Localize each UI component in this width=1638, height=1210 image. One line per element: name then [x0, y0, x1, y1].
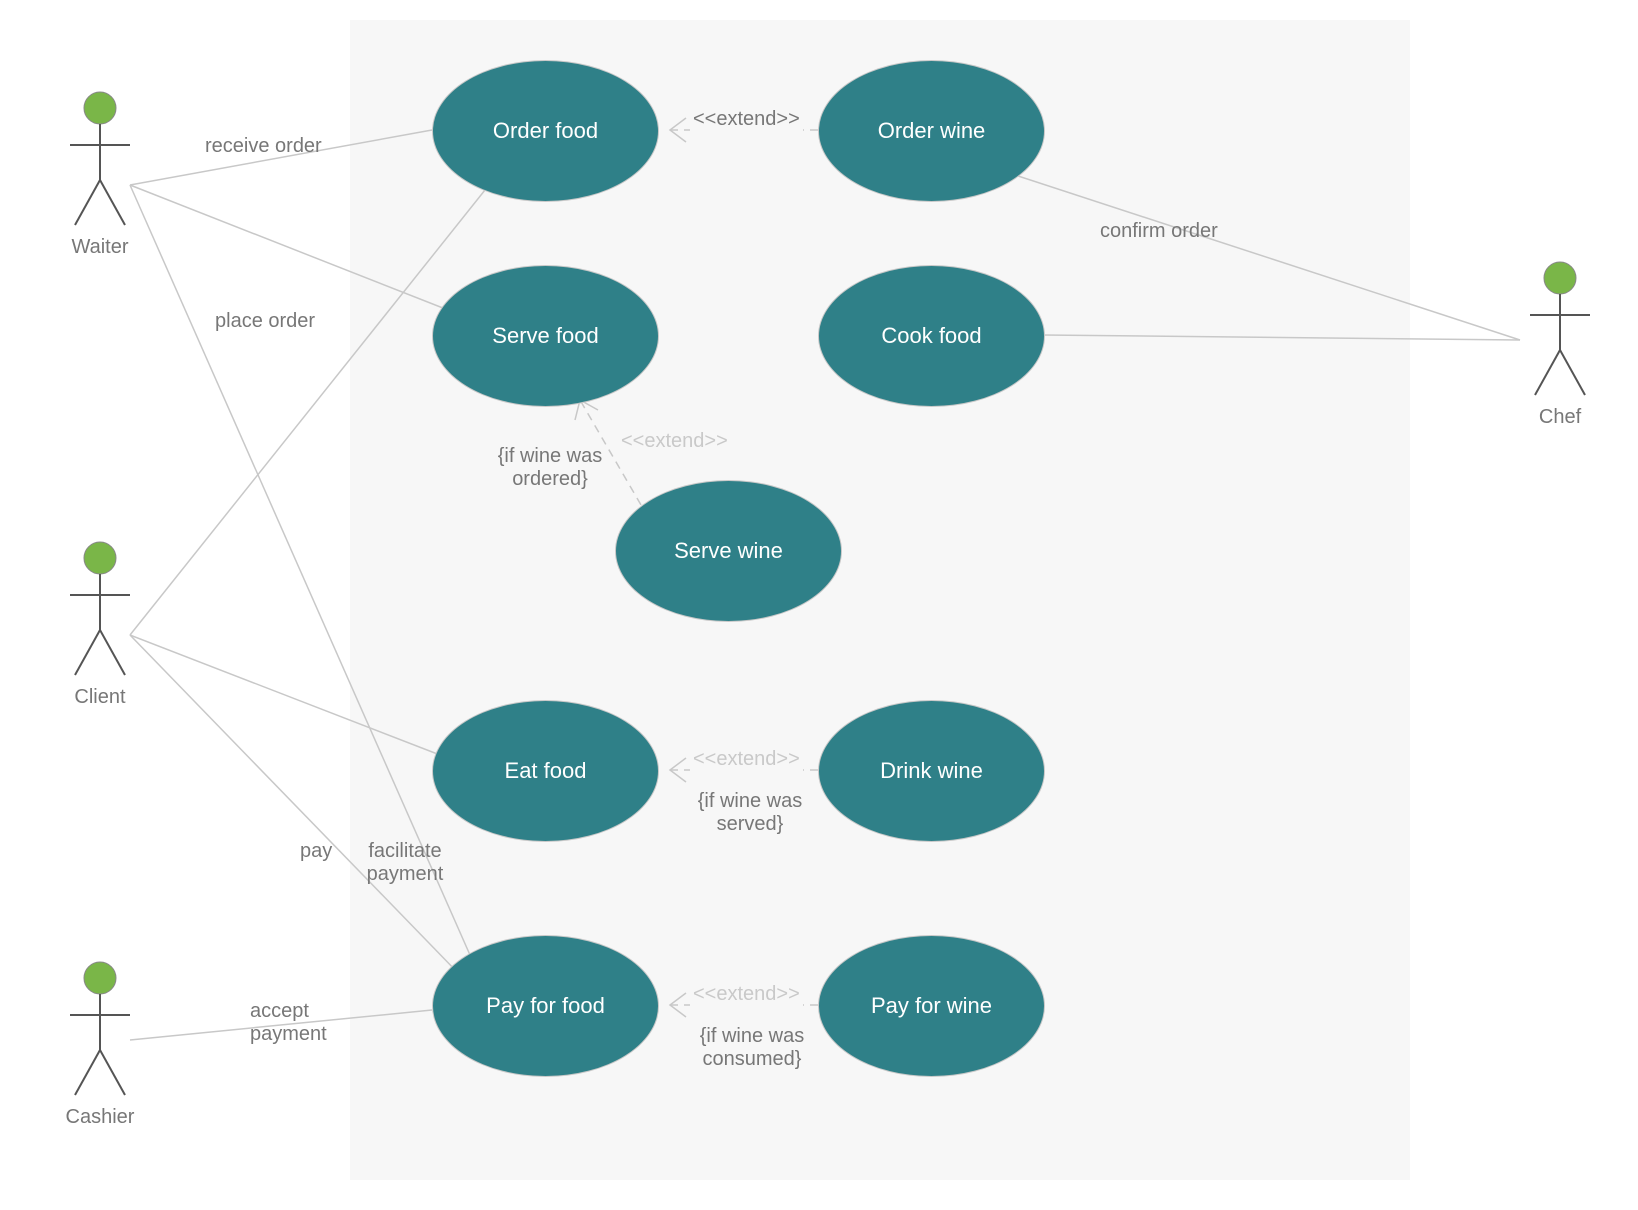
guard-ordered: {if wine was ordered} [480, 445, 620, 491]
actor-client: Client [60, 540, 140, 709]
actor-waiter: Waiter [60, 90, 140, 259]
actor-label: Client [60, 686, 140, 709]
edge-label-confirm-order: confirm order [1100, 220, 1218, 243]
edge-label-receive-order: receive order [205, 135, 322, 158]
edge-label-pay: pay [300, 840, 332, 863]
stereotype-extend-4: <<extend>> [690, 983, 803, 1006]
guard-served: {if wine was served} [675, 790, 825, 836]
usecase-order-wine: Order wine [818, 60, 1045, 202]
stereotype-extend-1: <<extend>> [690, 108, 803, 131]
usecase-serve-wine: Serve wine [615, 480, 842, 622]
usecase-pay-for-food: Pay for food [432, 935, 659, 1077]
usecase-cook-food: Cook food [818, 265, 1045, 407]
stick-figure-icon [1525, 260, 1595, 400]
actor-chef: Chef [1520, 260, 1600, 429]
usecase-serve-food: Serve food [432, 265, 659, 407]
stick-figure-icon [65, 540, 135, 680]
edge-label-accept: accept payment [250, 1000, 340, 1046]
guard-consumed: {if wine was consumed} [672, 1025, 832, 1071]
actor-label: Chef [1520, 406, 1600, 429]
actor-label: Waiter [60, 236, 140, 259]
diagram-canvas: Waiter Client Cashier Chef [0, 0, 1638, 1210]
stick-figure-icon [65, 90, 135, 230]
edge-label-facilitate: facilitate payment [360, 840, 450, 886]
edge-label-place-order: place order [215, 310, 315, 333]
usecase-order-food: Order food [432, 60, 659, 202]
actor-cashier: Cashier [60, 960, 140, 1129]
actor-label: Cashier [60, 1106, 140, 1129]
usecase-drink-wine: Drink wine [818, 700, 1045, 842]
stereotype-extend-3: <<extend>> [690, 748, 803, 771]
usecase-pay-for-wine: Pay for wine [818, 935, 1045, 1077]
usecase-eat-food: Eat food [432, 700, 659, 842]
stereotype-extend-2: <<extend>> [618, 430, 731, 453]
stick-figure-icon [65, 960, 135, 1100]
